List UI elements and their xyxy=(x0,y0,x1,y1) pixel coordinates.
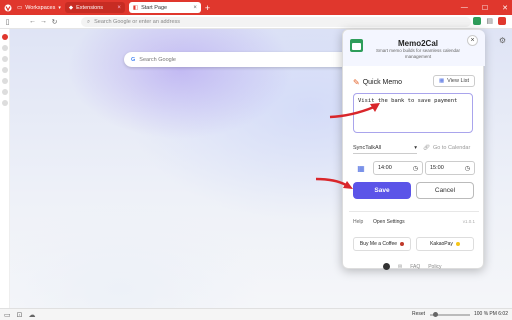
zoom-reset-button[interactable]: Reset xyxy=(412,311,425,317)
workspaces-label: Workspaces xyxy=(25,4,56,11)
address-bar[interactable]: ⌕ Search Google or enter an address xyxy=(81,17,471,27)
popup-title: Memo2Cal xyxy=(397,39,438,48)
forward-icon[interactable]: → xyxy=(38,18,49,25)
faq-link[interactable]: FAQ xyxy=(410,264,420,270)
close-window-icon[interactable]: ✕ xyxy=(502,4,508,12)
status-bar-left: ▭ ⊡ ☁ xyxy=(4,311,36,319)
mail-icon[interactable]: ✉ xyxy=(398,264,402,270)
tab-start-page[interactable]: ◧ Start Page × xyxy=(128,2,201,13)
reload-icon[interactable]: ↻ xyxy=(49,18,60,26)
start-page-search[interactable]: G Search Google xyxy=(124,52,374,67)
workspaces-menu[interactable]: ▭ Workspaces ▾ xyxy=(17,5,61,11)
popup-header: Memo2Cal Smart memo builds for seamless … xyxy=(343,30,485,66)
link-icon: 🔗︎ xyxy=(423,145,430,151)
popup-subtitle: Smart memo builds for seamless calendar … xyxy=(375,48,461,59)
clock-icon: ◷ xyxy=(464,165,470,172)
memo2cal-extension-icon[interactable] xyxy=(473,17,482,25)
open-settings-link[interactable]: Open Settings xyxy=(373,219,405,225)
google-icon: G xyxy=(131,56,136,63)
capture-icon[interactable]: ⊡ xyxy=(17,311,23,319)
calendar-select-value: SyncTalkAll xyxy=(353,144,382,151)
window-panel-icon[interactable] xyxy=(1,100,8,106)
extension-toolbar: ▤ xyxy=(473,17,506,25)
kakaopay-label: KakaoPay xyxy=(430,241,453,247)
zoom-level: 100 % xyxy=(474,311,489,317)
reading-list-panel-icon[interactable] xyxy=(1,89,8,95)
maximize-icon[interactable]: ☐ xyxy=(482,4,488,12)
extensions-icon[interactable]: ▤ xyxy=(486,17,493,25)
buy-me-a-coffee-button[interactable]: Buy Me a Coffee xyxy=(353,237,411,251)
back-icon[interactable]: ← xyxy=(27,18,38,25)
memo2cal-popup: Memo2Cal Smart memo builds for seamless … xyxy=(342,29,485,270)
zoom-slider-handle[interactable] xyxy=(433,312,438,317)
popup-footer: ✉ FAQ Policy xyxy=(383,263,453,270)
panel-toggle-icon[interactable]: ▭ xyxy=(4,311,11,319)
policy-link[interactable]: Policy xyxy=(428,264,441,270)
vivaldi-panel-icon[interactable] xyxy=(1,34,8,40)
help-link[interactable]: Help xyxy=(353,219,363,225)
notes-panel-icon[interactable] xyxy=(1,67,8,73)
title-bar: ▭ Workspaces ▾ ◆ Extensions × ◧ Start Pa… xyxy=(0,0,512,15)
start-time-value: 14:00 xyxy=(378,165,392,171)
calendar-logo-icon xyxy=(350,39,363,52)
vivaldi-logo-icon[interactable] xyxy=(3,3,13,13)
side-panel xyxy=(0,29,10,308)
cloud-sync-icon[interactable]: ☁ xyxy=(29,311,36,319)
status-bar: ▭ ⊡ ☁ Reset 100 % PM 6:02 xyxy=(0,308,512,320)
calendar-icon: ▦ xyxy=(438,78,445,84)
date-picker-icon[interactable]: ▦ xyxy=(355,163,367,175)
kakaopay-button[interactable]: KakaoPay xyxy=(416,237,474,251)
save-button[interactable]: Save xyxy=(353,182,411,199)
navigation-bar: ▯ ← → ↻ ⌕ Search Google or enter an addr… xyxy=(0,15,512,29)
github-icon[interactable] xyxy=(383,263,390,270)
workspaces-icon: ▭ xyxy=(17,4,23,11)
history-panel-icon[interactable] xyxy=(1,78,8,84)
clock-label: PM 6:02 xyxy=(489,311,508,317)
view-list-button[interactable]: ▦ View List xyxy=(433,75,475,87)
buy-coffee-label: Buy Me a Coffee xyxy=(359,241,398,247)
go-to-calendar-link[interactable]: 🔗︎ Go to Calendar xyxy=(423,142,475,154)
window-controls: — ☐ ✕ xyxy=(461,0,508,15)
minimize-icon[interactable]: — xyxy=(461,4,468,11)
start-time-field[interactable]: 14:00 ◷ xyxy=(373,161,423,175)
end-time-field[interactable]: 15:00 ◷ xyxy=(425,161,475,175)
chevron-down-icon: ▾ xyxy=(58,4,61,11)
address-input[interactable]: Search Google or enter an address xyxy=(94,19,180,25)
end-time-value: 15:00 xyxy=(430,165,444,171)
cancel-button[interactable]: Cancel xyxy=(416,182,474,199)
chevron-down-icon: ▾ xyxy=(414,144,417,151)
new-tab-button[interactable]: + xyxy=(205,3,210,13)
calendar-select[interactable]: SyncTalkAll ▾ xyxy=(353,142,417,154)
bookmarks-panel-icon[interactable] xyxy=(1,45,8,51)
downloads-panel-icon[interactable] xyxy=(1,56,8,62)
go-to-calendar-label: Go to Calendar xyxy=(432,145,471,151)
memo-textarea[interactable]: Visit the bank to save payment xyxy=(353,93,473,133)
puzzle-icon: ◆ xyxy=(68,4,74,11)
view-list-label: View List xyxy=(447,78,470,84)
search-input[interactable]: Search Google xyxy=(139,57,176,63)
close-icon[interactable]: × xyxy=(467,35,478,46)
tab-label: Extensions xyxy=(76,4,104,11)
tab-label: Start Page xyxy=(141,4,168,11)
tab-close-icon[interactable]: × xyxy=(193,5,197,11)
vivaldi-extension-icon[interactable] xyxy=(498,17,506,25)
tab-close-icon[interactable]: × xyxy=(117,5,121,11)
coffee-icon xyxy=(400,242,405,246)
pencil-icon: ✎ xyxy=(353,78,360,87)
quick-memo-label: Quick Memo xyxy=(362,79,402,86)
gear-icon[interactable]: ⚙ xyxy=(499,36,506,45)
divider xyxy=(349,211,479,212)
clock-icon: ◷ xyxy=(412,165,418,172)
tab-extensions[interactable]: ◆ Extensions × xyxy=(64,2,125,13)
kakaopay-icon xyxy=(455,242,460,246)
search-icon: ⌕ xyxy=(87,18,91,25)
quick-memo-heading: ✎ Quick Memo xyxy=(353,78,402,87)
version-label: v1.0.1 xyxy=(462,219,475,224)
sidebar-toggle-icon[interactable]: ▯ xyxy=(2,18,13,26)
start-page-icon: ◧ xyxy=(132,4,139,11)
